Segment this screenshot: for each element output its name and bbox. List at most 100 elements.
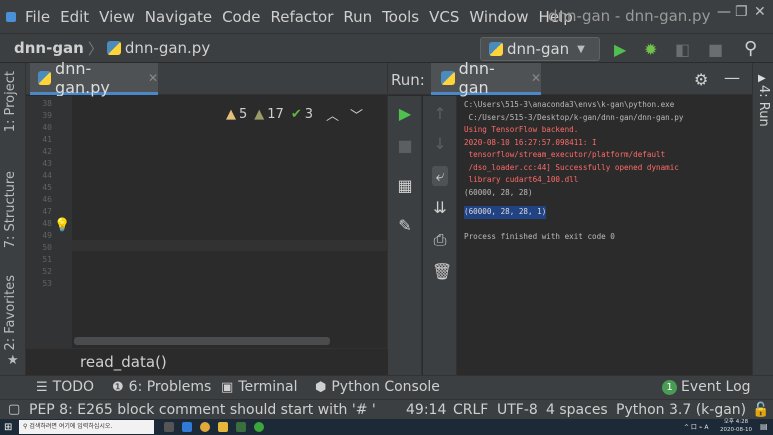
python-file-icon	[441, 70, 455, 85]
list-icon: ☰	[36, 379, 48, 395]
menu-view[interactable]: View	[94, 8, 140, 26]
hide-panel-icon[interactable]: —	[724, 68, 740, 87]
breadcrumb-project[interactable]: dnn-gan	[14, 39, 84, 57]
notification-icon[interactable]: ▤	[760, 422, 768, 431]
line-number: 46	[42, 195, 52, 204]
line-number: 42	[42, 147, 52, 156]
trash-icon[interactable]: 🗑	[432, 262, 452, 281]
soft-wrap-icon[interactable]: ⤶	[432, 166, 448, 186]
menu-file[interactable]: File	[20, 8, 55, 26]
gear-icon[interactable]: ⚙	[694, 70, 708, 89]
taskbar-search-placeholder: 검색하려면 여기에 입력하십시오.	[29, 423, 113, 430]
scroll-to-end-icon[interactable]: ⇊	[432, 198, 448, 217]
warning-icon: ▲	[226, 107, 236, 122]
tool-tab-project[interactable]: 1: Project	[3, 71, 18, 132]
console-actions-strip: ↑ ↓ ⤶ ⇊ ⎙ 🗑	[423, 96, 457, 375]
run-configuration-label: dnn-gan	[507, 40, 570, 58]
breadcrumb-file-label: dnn-gan.py	[124, 39, 211, 57]
python-interpreter[interactable]: Python 3.7 (k-gan)	[616, 402, 746, 418]
editor-breadcrumb-function[interactable]: read_data()	[80, 353, 167, 371]
tool-tab-todo[interactable]: ☰ TODO	[36, 379, 94, 395]
console-line-selected: (60000, 28, 28, 1)	[464, 206, 547, 219]
menu-run[interactable]: Run	[338, 8, 377, 26]
taskbar-clock[interactable]: 오후 4:28 2020-08-10	[720, 419, 752, 434]
line-number: 49	[42, 231, 52, 240]
menu-window[interactable]: Window	[464, 8, 533, 26]
tool-tab-event-log[interactable]: 1 Event Log	[662, 379, 751, 395]
inspection-widget[interactable]: ▲ 5 ▲ 17 ✔ 3 ︿ ﹀	[226, 105, 364, 124]
tool-tab-run[interactable]: 4: Run	[756, 85, 771, 127]
tool-tab-terminal[interactable]: ▣ Terminal	[221, 379, 297, 395]
console-output[interactable]: C:\Users\515-3\anaconda3\envs\k-gan\pyth…	[464, 99, 752, 244]
menu-refactor[interactable]: Refactor	[265, 8, 338, 26]
system-tray[interactable]: ^ 口 ⌁ A	[684, 422, 708, 431]
run-icon[interactable]: ▶	[614, 40, 626, 59]
run-configuration-select[interactable]: dnn-gan ▼	[480, 37, 600, 61]
run-coverage-icon[interactable]: ◧	[675, 40, 690, 59]
file-explorer-icon[interactable]	[218, 422, 228, 432]
close-tab-icon[interactable]: ✕	[531, 71, 541, 85]
close-window-icon[interactable]: ✕	[754, 4, 766, 20]
tool-tab-favorites[interactable]: 2: Favorites	[3, 275, 18, 351]
line-number: 39	[42, 111, 52, 120]
restore-layout-icon[interactable]: ▦	[397, 176, 413, 195]
pin-tab-icon[interactable]: ✎	[397, 216, 413, 235]
caret-position[interactable]: 49:14	[406, 402, 446, 418]
indent-setting[interactable]: 4 spaces	[546, 402, 608, 418]
status-message[interactable]: PEP 8: E265 block comment should start w…	[29, 402, 376, 418]
windows-start-icon[interactable]: ⊞	[4, 422, 12, 433]
line-number: 50	[42, 243, 52, 252]
line-number: 41	[42, 135, 52, 144]
menu-vcs[interactable]: VCS	[424, 8, 464, 26]
app-taskbar-icon[interactable]	[254, 422, 264, 432]
close-tab-icon[interactable]: ✕	[148, 71, 158, 85]
pycharm-taskbar-icon[interactable]	[236, 422, 246, 432]
chrome-browser-icon[interactable]	[200, 422, 210, 432]
previous-highlight-icon[interactable]: ︿	[326, 105, 339, 124]
line-number: 43	[42, 159, 52, 168]
line-separator[interactable]: CRLF	[453, 402, 488, 418]
console-line: tensorflow/stream_executor/platform/defa…	[464, 150, 666, 159]
editor-tab-dnn-gan[interactable]: dnn-gan.py ✕	[30, 59, 158, 97]
app-icon	[6, 11, 16, 22]
tool-tab-event-log-label: Event Log	[681, 379, 751, 395]
run-tab-dnn-gan[interactable]: dnn-gan ✕	[431, 59, 541, 97]
up-arrow-icon[interactable]: ↑	[432, 104, 448, 123]
menu-code[interactable]: Code	[217, 8, 265, 26]
clock-date: 2020-08-10	[720, 426, 752, 433]
editor-breadcrumb-bar: read_data()	[26, 348, 388, 375]
os-taskbar: ⊞ ⚲ 검색하려면 여기에 입력하십시오. ^ 口 ⌁ A 오후 4:28 20…	[0, 419, 773, 435]
restore-icon[interactable]: ❐	[735, 4, 748, 20]
file-encoding[interactable]: UTF-8	[497, 402, 538, 418]
tool-tab-problems[interactable]: ❶ 6: Problems	[112, 379, 211, 395]
minimize-icon[interactable]: —	[717, 4, 731, 20]
menu-edit[interactable]: Edit	[55, 8, 94, 26]
edge-browser-icon[interactable]	[182, 422, 192, 432]
python-file-icon	[106, 41, 121, 55]
typo-icon: ✔	[290, 107, 302, 122]
python-file-icon	[38, 70, 52, 85]
search-icon[interactable]: ⚲	[744, 38, 757, 59]
horizontal-scrollbar[interactable]	[74, 337, 330, 345]
breadcrumb-file[interactable]: dnn-gan.py	[106, 39, 211, 57]
rerun-icon[interactable]: ▶	[397, 104, 413, 123]
status-panel-icon[interactable]: ▢	[8, 402, 20, 417]
print-icon[interactable]: ⎙	[432, 230, 448, 250]
console-line: C:/Users/515-3/Desktop/k-gan/dnn-gan/dnn…	[464, 112, 684, 122]
menu-tools[interactable]: Tools	[377, 8, 424, 26]
down-arrow-icon[interactable]: ↓	[432, 134, 448, 153]
task-view-icon[interactable]	[164, 422, 174, 432]
python-console-icon: ⬢	[315, 379, 327, 395]
weak-warning-icon: ▲	[254, 107, 265, 122]
stop-run-icon[interactable]: ■	[397, 136, 413, 155]
stop-icon[interactable]: ■	[708, 40, 723, 59]
debug-icon[interactable]: ✹	[644, 40, 657, 59]
tool-tab-structure[interactable]: 7: Structure	[3, 171, 18, 248]
tool-tab-python-console[interactable]: ⬢ Python Console	[315, 379, 440, 395]
lock-icon[interactable]: 🔓	[752, 402, 769, 418]
typo-count: 3	[304, 107, 314, 122]
intention-bulb-icon[interactable]: 💡	[54, 218, 70, 233]
taskbar-search-input[interactable]: ⚲ 검색하려면 여기에 입력하십시오.	[19, 420, 154, 434]
menu-navigate[interactable]: Navigate	[140, 8, 217, 26]
next-highlight-icon[interactable]: ﹀	[350, 105, 363, 124]
